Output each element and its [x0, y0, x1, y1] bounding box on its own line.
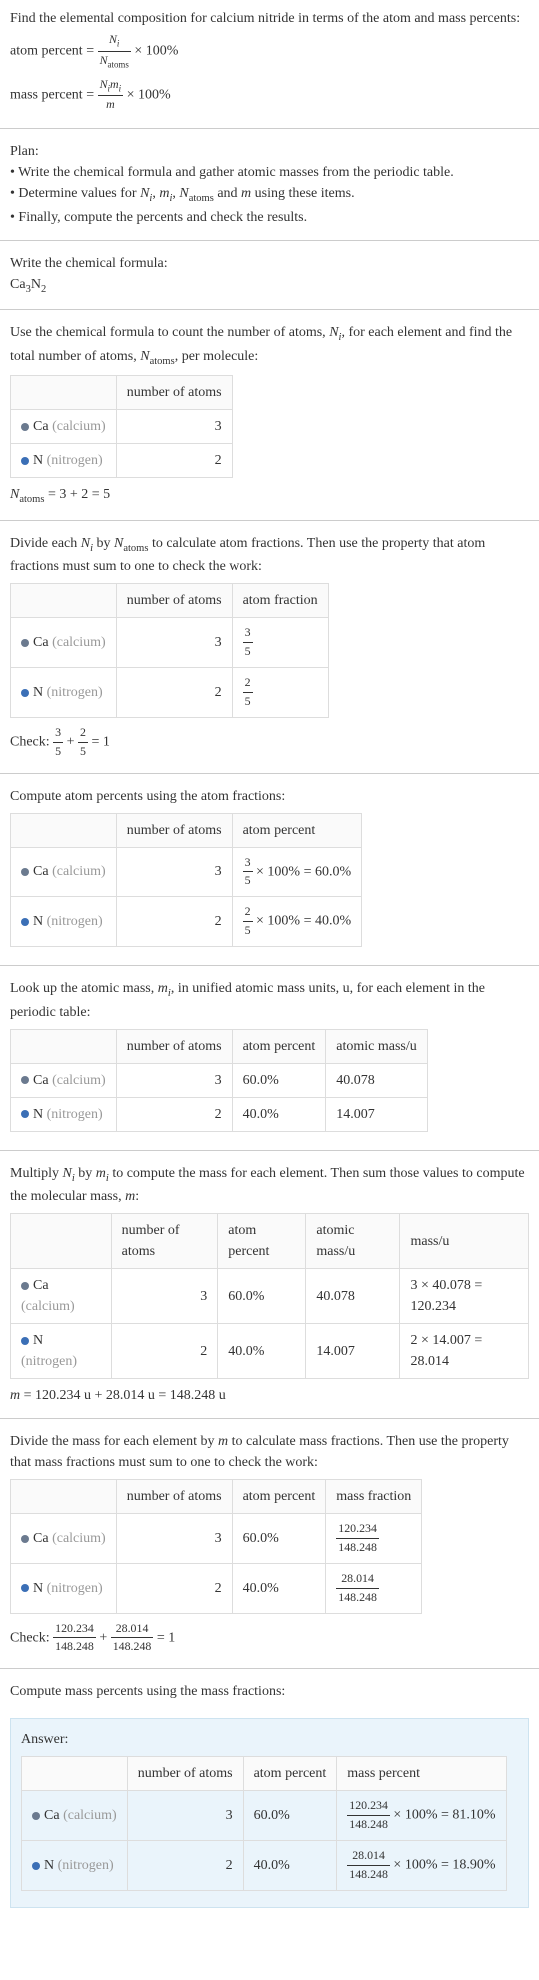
- calcium-color-dot: [21, 423, 29, 431]
- table-row: Ca (calcium) 3 60.0% 40.078 3 × 40.078 =…: [11, 1269, 529, 1324]
- plan-bullet-2: • Determine values for Ni, mi, Natoms an…: [10, 183, 529, 207]
- nitrogen-color-dot: [21, 918, 29, 926]
- atom-percent-formula: atom percent = Ni Natoms × 100%: [10, 29, 529, 74]
- divider: [0, 965, 539, 966]
- table-row: Ca (calcium) 3: [11, 410, 233, 444]
- atomfrac-check: Check: 35 + 25 = 1: [10, 724, 529, 761]
- massfrac-check: Check: 120.234148.248 + 28.014148.248 = …: [10, 1620, 529, 1657]
- calcium-color-dot: [21, 639, 29, 647]
- intro-section: Find the elemental composition for calci…: [0, 0, 539, 124]
- plan-bullet-3: • Finally, compute the percents and chec…: [10, 207, 529, 228]
- calcium-color-dot: [21, 1282, 29, 1290]
- massfrac-text: Divide the mass for each element by m to…: [10, 1431, 529, 1473]
- divider: [0, 240, 539, 241]
- nitrogen-color-dot: [32, 1862, 40, 1870]
- formula-title: Write the chemical formula:: [10, 253, 529, 274]
- divider: [0, 1418, 539, 1419]
- mass-percent-section: Compute mass percents using the mass fra…: [0, 1673, 539, 1710]
- table-row: Ca (calcium) 3 35 × 100% = 60.0%: [11, 847, 362, 897]
- divider: [0, 1150, 539, 1151]
- table-row: N (nitrogen) 2 25: [11, 668, 329, 718]
- divider: [0, 773, 539, 774]
- calcium-color-dot: [21, 1535, 29, 1543]
- atom-fraction-section: Divide each Ni by Natoms to calculate at…: [0, 525, 539, 769]
- nitrogen-color-dot: [21, 689, 29, 697]
- mass-percent-formula: mass percent = Nimi m × 100%: [10, 74, 529, 117]
- atompct-title: Compute atom percents using the atom fra…: [10, 786, 529, 807]
- plan-title: Plan:: [10, 141, 529, 162]
- chemical-formula-section: Write the chemical formula: Ca3N2: [0, 245, 539, 306]
- table-row: N (nitrogen) 2: [11, 444, 233, 478]
- divider: [0, 128, 539, 129]
- table-row: N (nitrogen) 2 25 × 100% = 40.0%: [11, 897, 362, 947]
- answer-table: number of atomsatom percentmass percent …: [21, 1756, 507, 1890]
- nitrogen-color-dot: [21, 1110, 29, 1118]
- chemical-formula: Ca3N2: [10, 274, 529, 298]
- calcium-color-dot: [32, 1812, 40, 1820]
- atom-percent-section: Compute atom percents using the atom fra…: [0, 778, 539, 961]
- atom-percent-table: number of atomsatom percent Ca (calcium)…: [10, 813, 362, 947]
- table-row: N (nitrogen) 2 40.0% 14.007: [11, 1097, 428, 1131]
- nitrogen-color-dot: [21, 1337, 29, 1345]
- plan-bullet-1: • Write the chemical formula and gather …: [10, 162, 529, 183]
- atomic-mass-section: Look up the atomic mass, mi, in unified …: [0, 970, 539, 1146]
- table-row: Ca (calcium) 3 60.0% 120.234148.248 × 10…: [22, 1791, 507, 1841]
- calcium-color-dot: [21, 868, 29, 876]
- divider: [0, 309, 539, 310]
- col-number-atoms: number of atoms: [116, 376, 232, 410]
- count-text: Use the chemical formula to count the nu…: [10, 322, 529, 369]
- table-row: N (nitrogen) 2 40.0% 14.007 2 × 14.007 =…: [11, 1324, 529, 1379]
- molecular-mass-table: number of atomsatom percentatomic mass/u…: [10, 1213, 529, 1379]
- molecular-mass-section: Multiply Ni by mi to compute the mass fo…: [0, 1155, 539, 1415]
- table-row: Ca (calcium) 3 60.0% 120.234148.248: [11, 1514, 422, 1564]
- atom-fraction-table: number of atomsatom fraction Ca (calcium…: [10, 583, 329, 717]
- plan-section: Plan: • Write the chemical formula and g…: [0, 133, 539, 236]
- atomfrac-text: Divide each Ni by Natoms to calculate at…: [10, 533, 529, 578]
- table-row: Ca (calcium) 3 35: [11, 618, 329, 668]
- answer-box: Answer: number of atomsatom percentmass …: [10, 1718, 529, 1907]
- atomicmass-text: Look up the atomic mass, mi, in unified …: [10, 978, 529, 1023]
- table-row: Ca (calcium) 3 60.0% 40.078: [11, 1063, 428, 1097]
- table-row: N (nitrogen) 2 40.0% 28.014148.248 × 100…: [22, 1840, 507, 1890]
- intro-text: Find the elemental composition for calci…: [10, 8, 529, 29]
- mass-fraction-section: Divide the mass for each element by m to…: [0, 1423, 539, 1664]
- table-row: N (nitrogen) 2 40.0% 28.014148.248: [11, 1563, 422, 1613]
- natoms-total: Natoms = 3 + 2 = 5: [10, 484, 529, 508]
- atomic-mass-table: number of atomsatom percentatomic mass/u…: [10, 1029, 428, 1132]
- molmass-text: Multiply Ni by mi to compute the mass fo…: [10, 1163, 529, 1208]
- nitrogen-color-dot: [21, 457, 29, 465]
- divider: [0, 520, 539, 521]
- mass-fraction-table: number of atomsatom percentmass fraction…: [10, 1479, 422, 1613]
- atom-count-table: number of atoms Ca (calcium) 3 N (nitrog…: [10, 375, 233, 478]
- masspct-title: Compute mass percents using the mass fra…: [10, 1681, 529, 1702]
- answer-title: Answer:: [21, 1729, 518, 1750]
- count-atoms-section: Use the chemical formula to count the nu…: [0, 314, 539, 516]
- molmass-total: m = 120.234 u + 28.014 u = 148.248 u: [10, 1385, 529, 1406]
- calcium-color-dot: [21, 1076, 29, 1084]
- divider: [0, 1668, 539, 1669]
- nitrogen-color-dot: [21, 1584, 29, 1592]
